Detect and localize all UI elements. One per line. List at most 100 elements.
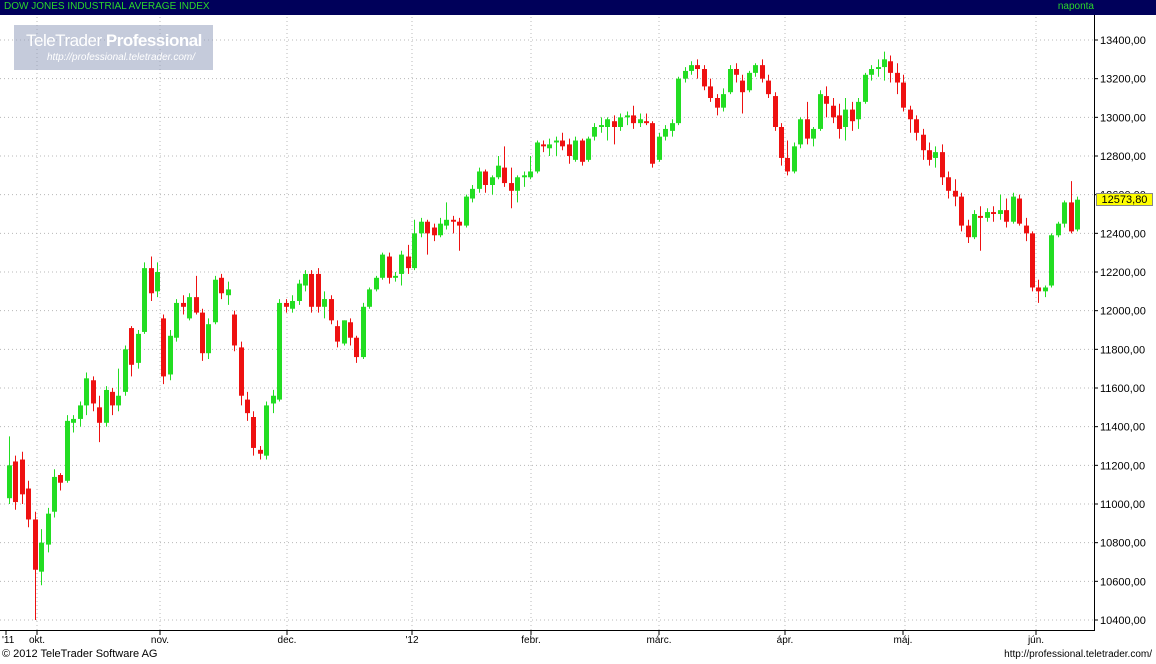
candle-body bbox=[1056, 223, 1061, 236]
logo-text: TeleTrader Professional bbox=[26, 31, 202, 51]
candle-body bbox=[1062, 202, 1067, 224]
candle-body bbox=[554, 140, 559, 143]
candle-body bbox=[753, 65, 758, 73]
y-tick-label: 13000,00 bbox=[1100, 112, 1146, 124]
x-axis-label: okt. bbox=[29, 635, 45, 646]
candle-body bbox=[477, 171, 482, 189]
candle-body bbox=[110, 391, 115, 406]
logo-brand-bold: Professional bbox=[105, 31, 203, 50]
candle-body bbox=[805, 119, 810, 139]
candles bbox=[7, 51, 1080, 620]
candle-body bbox=[387, 256, 392, 278]
candle-body bbox=[232, 314, 237, 346]
candle-body bbox=[335, 326, 340, 342]
candle-body bbox=[65, 420, 70, 481]
x-axis-label: máj. bbox=[894, 635, 913, 646]
candle-body bbox=[277, 302, 282, 400]
candle-body bbox=[953, 190, 958, 197]
candle-body bbox=[850, 109, 855, 122]
candle-body bbox=[1030, 233, 1035, 288]
candle-body bbox=[676, 78, 681, 124]
candle-body bbox=[496, 165, 501, 178]
candle-body bbox=[670, 123, 675, 131]
candle-body bbox=[715, 98, 720, 108]
candle-body bbox=[490, 177, 495, 185]
candle-body bbox=[547, 144, 552, 149]
candle-body bbox=[329, 299, 334, 321]
candle-body bbox=[869, 69, 874, 75]
last-price-label: 12573,80 bbox=[1096, 192, 1153, 206]
candle-body bbox=[592, 127, 597, 137]
candle-body bbox=[560, 140, 565, 147]
candle-body bbox=[773, 96, 778, 127]
candle-body bbox=[33, 519, 38, 570]
candle-body bbox=[303, 273, 308, 286]
candle-body bbox=[876, 67, 881, 69]
candle-body bbox=[104, 389, 109, 423]
candle-body bbox=[702, 69, 707, 87]
footer-url: http://professional.teletrader.com/ bbox=[1004, 649, 1152, 660]
candle-body bbox=[13, 461, 18, 503]
candle-body bbox=[625, 115, 630, 118]
candle-body bbox=[444, 219, 449, 226]
x-axis-label: '12 bbox=[405, 635, 418, 646]
candle-body bbox=[837, 115, 842, 129]
candle-body bbox=[657, 136, 662, 160]
candle-body bbox=[831, 105, 836, 118]
candle-body bbox=[921, 134, 926, 151]
candle-body bbox=[168, 335, 173, 375]
candle-body bbox=[342, 320, 347, 344]
candle-body bbox=[457, 221, 462, 226]
y-tick-label: 12200,00 bbox=[1100, 267, 1146, 279]
candle-body bbox=[863, 74, 868, 102]
price-chart[interactable]: 13400,0013200,0013000,0012800,0012600,00… bbox=[0, 15, 1156, 648]
candle-body bbox=[515, 177, 520, 191]
candle-body bbox=[181, 302, 186, 307]
candle-body bbox=[946, 177, 951, 191]
candle-body bbox=[432, 227, 437, 236]
candle-body bbox=[760, 65, 765, 79]
candle-body bbox=[972, 214, 977, 238]
x-axis-label: nov. bbox=[151, 635, 169, 646]
candle-body bbox=[393, 275, 398, 278]
candle-body bbox=[46, 513, 51, 545]
candle-body bbox=[84, 378, 89, 406]
candle-body bbox=[316, 273, 321, 307]
candle-body bbox=[689, 65, 694, 71]
candle-body bbox=[940, 152, 945, 178]
candle-body bbox=[631, 115, 636, 124]
candle-body bbox=[959, 196, 964, 226]
candle-body bbox=[142, 268, 147, 332]
candle-body bbox=[978, 215, 983, 218]
teletrader-logo: TeleTrader Professional http://professio… bbox=[14, 25, 213, 70]
candle-body bbox=[483, 171, 488, 185]
candle-body bbox=[91, 380, 96, 404]
candle-body bbox=[374, 277, 379, 290]
y-tick-label: 11000,00 bbox=[1100, 499, 1145, 511]
candle-body bbox=[824, 96, 829, 104]
candle-body bbox=[129, 328, 134, 365]
candle-body bbox=[908, 109, 913, 120]
candle-body bbox=[451, 219, 456, 222]
candle-body bbox=[708, 86, 713, 98]
candle-body bbox=[888, 61, 893, 73]
candle-body bbox=[71, 418, 76, 423]
candle-body bbox=[239, 347, 244, 396]
candle-body bbox=[219, 277, 224, 294]
candle-body bbox=[1075, 199, 1080, 230]
candle-body bbox=[297, 283, 302, 301]
x-axis-label: dec. bbox=[278, 635, 297, 646]
x-axis-labels: '11 okt. nov. dec. '12 febr. márc. ápr. máj. jún. bbox=[2, 631, 1044, 646]
header-bar: DOW JONES INDUSTRIAL AVERAGE INDEX napon… bbox=[0, 0, 1156, 15]
candle-body bbox=[933, 152, 938, 158]
candle-body bbox=[721, 94, 726, 108]
candle-body bbox=[78, 405, 83, 419]
candle-body bbox=[348, 322, 353, 338]
y-tick-label: 11400,00 bbox=[1100, 422, 1145, 434]
candle-body bbox=[174, 302, 179, 338]
candle-body bbox=[528, 171, 533, 178]
candle-body bbox=[740, 80, 745, 93]
candle-body bbox=[502, 167, 507, 184]
candle-body bbox=[425, 221, 430, 234]
candle-body bbox=[26, 488, 31, 520]
